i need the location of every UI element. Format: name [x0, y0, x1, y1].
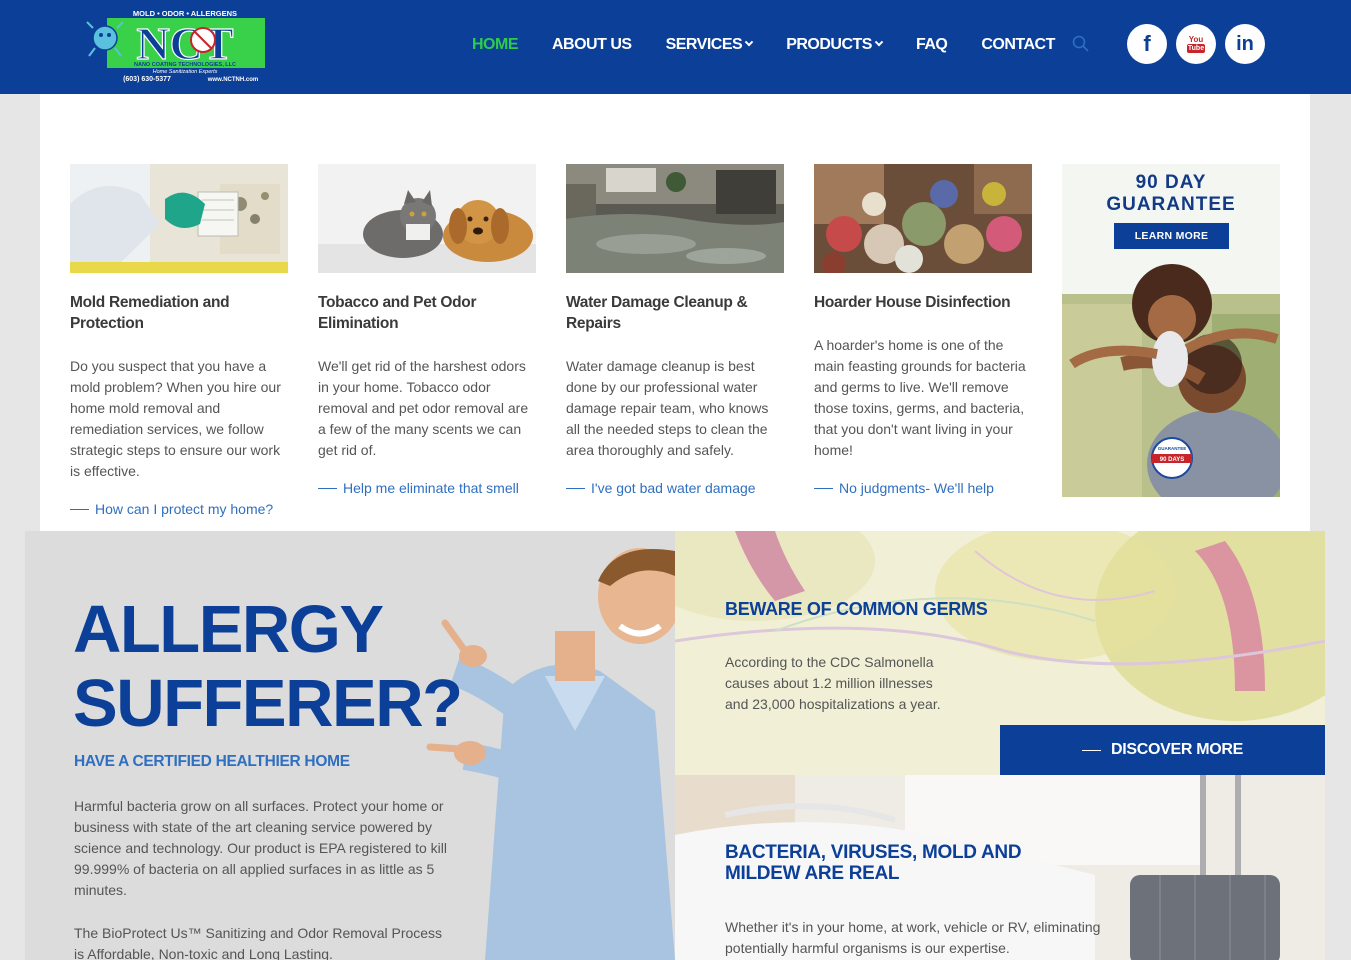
promo-title-line1: 90 DAY [1135, 172, 1207, 193]
logo-phone: (603) 630-5377 [123, 76, 171, 83]
service-link-hoarder[interactable]: No judgments- We'll help [814, 480, 1032, 496]
allergy-section: ALLERGY SUFFERER? HAVE A CERTIFIED HEALT… [25, 531, 675, 960]
nav-home-label: HOME [472, 36, 519, 53]
nav-contact-label: CONTACT [981, 36, 1055, 53]
service-card-hoarder: Hoarder House Disinfection A hoarder's h… [814, 164, 1032, 496]
allergy-heading: ALLERGY SUFFERER? [73, 593, 473, 741]
chevron-down-icon [744, 37, 754, 47]
dash-icon [814, 487, 833, 489]
dash-icon [318, 487, 337, 489]
logo-top-text: MOLD • ODOR • ALLERGENS [133, 9, 237, 18]
nav-contact[interactable]: CONTACT [981, 36, 1055, 54]
dash-icon [566, 487, 585, 489]
youtube-icon: You Tube [1185, 32, 1207, 56]
service-card-water-damage: Water Damage Cleanup & Repairs Water dam… [566, 164, 784, 496]
service-title: Hoarder House Disinfection [814, 294, 1011, 311]
nav-home[interactable]: HOME [472, 36, 519, 54]
linkedin-button[interactable]: in [1225, 24, 1265, 64]
chevron-down-icon [874, 37, 884, 47]
badge-top-text: GUARANTEE [1158, 446, 1187, 451]
nav-faq[interactable]: FAQ [915, 36, 948, 54]
discover-more-button[interactable]: DISCOVER MORE [1000, 725, 1325, 775]
bacteria-banner: BACTERIA, VIRUSES, MOLD AND MILDEW ARE R… [675, 775, 1325, 960]
guarantee-badge-icon: GUARANTEE 90 DAYS [1151, 437, 1193, 479]
hoarder-house-image[interactable] [814, 164, 1032, 273]
service-text: Do you suspect that you have a mold prob… [70, 358, 281, 479]
logo-website: www.NCTNH.com [207, 77, 258, 83]
nav-services[interactable]: SERVICES [665, 36, 754, 54]
main-nav: HOME ABOUT US SERVICES PRODUCTS FAQ CONT… [472, 34, 1089, 56]
cat-and-dog-image[interactable] [318, 164, 536, 273]
service-title: Water Damage Cleanup & Repairs [566, 294, 748, 332]
allergy-subheading: HAVE A CERTIFIED HEALTHIER HOME [74, 753, 350, 770]
nav-products[interactable]: PRODUCTS [786, 36, 884, 54]
youtube-icon-top: You [1188, 35, 1204, 44]
bacteria-title: BACTERIA, VIRUSES, MOLD AND MILDEW ARE R… [725, 842, 1022, 884]
allergy-paragraph: The BioProtect Us™ Sanitizing and Odor R… [74, 925, 443, 960]
facebook-button[interactable]: f [1127, 24, 1167, 64]
badge-mid-text: 90 DAYS [1160, 457, 1184, 463]
flooded-room-image[interactable] [566, 164, 784, 273]
youtube-icon-bottom: Tube [1186, 44, 1206, 53]
bacteria-text: Whether it's in your home, at work, vehi… [725, 919, 1101, 956]
allergy-heading-line1: ALLERGY [73, 592, 384, 667]
service-link-label: No judgments- We'll help [839, 480, 994, 496]
learn-more-button[interactable]: LEARN MORE [1114, 223, 1229, 249]
logo-company: NANO COATING TECHNOLOGIES, LLC [134, 62, 236, 68]
nav-products-label: PRODUCTS [786, 36, 872, 53]
service-title: Mold Remediation and Protection [70, 294, 230, 332]
germs-text: According to the CDC Salmonella causes a… [725, 654, 941, 712]
germs-title: BEWARE OF COMMON GERMS [725, 599, 988, 619]
nav-services-label: SERVICES [665, 36, 743, 53]
nct-logo[interactable]: MOLD • ODOR • ALLERGENS NCT NANO COATING… [85, 8, 267, 86]
promo-title: 90 DAY GUARANTEE [1062, 172, 1280, 216]
promo-title-line2: GUARANTEE [1106, 194, 1236, 215]
service-card-mold: Mold Remediation and Protection Do you s… [70, 164, 288, 517]
linkedin-icon: in [1236, 32, 1254, 55]
allergy-heading-line2: SUFFERER? [73, 666, 463, 741]
dash-icon [70, 508, 89, 510]
service-link-label: How can I protect my home? [95, 501, 274, 517]
site-header: MOLD • ODOR • ALLERGENS NCT NANO COATING… [0, 0, 1351, 94]
facebook-icon: f [1143, 31, 1151, 56]
service-text: A hoarder's home is one of the main feas… [814, 337, 1026, 458]
service-link-label: Help me eliminate that smell [343, 480, 519, 496]
logo-tagline: Home Sanitization Experts [153, 69, 218, 75]
service-title: Tobacco and Pet Odor Elimination [318, 294, 477, 332]
service-link-label: I've got bad water damage [591, 480, 756, 496]
germs-banner: BEWARE OF COMMON GERMS According to the … [675, 531, 1325, 775]
youtube-button[interactable]: You Tube [1176, 24, 1216, 64]
allergy-paragraph: Harmful bacteria grow on all surfaces. P… [74, 798, 448, 898]
dash-icon [1081, 749, 1101, 751]
services-section: Mold Remediation and Protection Do you s… [40, 94, 1310, 531]
search-icon[interactable] [1072, 35, 1090, 53]
mold-remediation-image[interactable] [70, 164, 288, 273]
service-link-mold[interactable]: How can I protect my home? [70, 501, 288, 517]
nav-about-us[interactable]: ABOUT US [552, 36, 632, 54]
service-text: We'll get rid of the harshest odors in y… [318, 358, 529, 458]
service-link-pet-odor[interactable]: Help me eliminate that smell [318, 480, 536, 496]
service-card-pet-odor: Tobacco and Pet Odor Elimination We'll g… [318, 164, 536, 496]
nav-about-label: ABOUT US [552, 36, 632, 53]
service-link-water-damage[interactable]: I've got bad water damage [566, 480, 784, 496]
service-text: Water damage cleanup is best done by our… [566, 358, 769, 458]
nav-faq-label: FAQ [915, 36, 948, 53]
discover-more-label: DISCOVER MORE [1110, 741, 1244, 758]
guarantee-promo[interactable]: 90 DAY GUARANTEE LEARN MORE GUARANTEE 90… [1062, 164, 1280, 497]
